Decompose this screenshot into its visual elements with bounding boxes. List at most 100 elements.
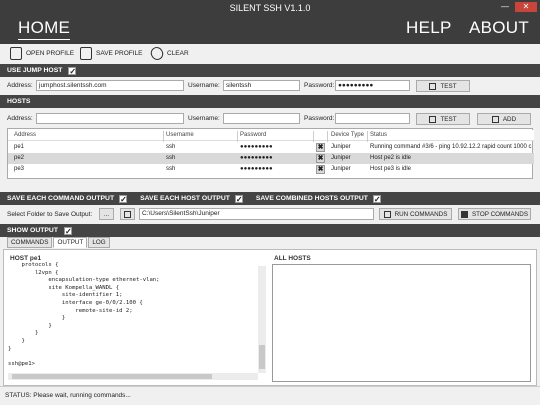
row-delete-cell: ✖ bbox=[315, 153, 325, 164]
table-row[interactable]: pe2 ssh ●●●●●●●●● ✖ Juniper Host pe2 is … bbox=[8, 153, 534, 164]
hosts-section: HOSTS bbox=[0, 95, 540, 108]
row-delete-cell: ✖ bbox=[315, 164, 325, 175]
nav-help[interactable]: HELP bbox=[406, 18, 452, 38]
folder-path-input[interactable]: C:\Users\SilentSsh\Juniper bbox=[139, 208, 374, 220]
save-combined-label: SAVE COMBINED HOSTS OUTPUT bbox=[255, 195, 368, 202]
show-output-label: SHOW OUTPUT bbox=[7, 227, 58, 234]
nav-home-underline bbox=[18, 39, 71, 40]
host-username-input[interactable] bbox=[223, 113, 300, 124]
row-status: Running command #3/6 - ping 10.92.12.2 r… bbox=[370, 144, 532, 150]
login-icon bbox=[429, 82, 437, 90]
all-hosts-header: ALL HOSTS bbox=[274, 255, 311, 262]
jump-address-label: Address: bbox=[7, 82, 33, 89]
jump-host-label: USE JUMP HOST bbox=[7, 67, 63, 74]
save-combined-checkbox[interactable] bbox=[372, 193, 381, 206]
col-username[interactable]: Username bbox=[166, 130, 236, 141]
save-each-host-checkbox[interactable] bbox=[234, 193, 243, 206]
save-options-section: SAVE EACH COMMAND OUTPUT SAVE EACH HOST … bbox=[0, 192, 540, 206]
minimize-button[interactable]: — bbox=[500, 2, 510, 12]
jump-username-input[interactable]: silentssh bbox=[223, 80, 300, 91]
stop-commands-label: STOP COMMANDS bbox=[471, 210, 529, 218]
show-output-checkbox[interactable] bbox=[63, 225, 72, 238]
col-status[interactable]: Status bbox=[370, 130, 533, 141]
tab-commands[interactable]: COMMANDS bbox=[7, 237, 53, 248]
select-folder-label: Select Folder to Save Output: bbox=[7, 211, 93, 218]
output-tabs: COMMANDS OUTPUT LOG bbox=[7, 237, 110, 248]
host-address-label: Address: bbox=[7, 115, 33, 122]
eraser-icon bbox=[148, 44, 166, 62]
host-test-button[interactable]: TEST bbox=[416, 113, 470, 125]
row-device-type: Juniper bbox=[331, 166, 351, 172]
hosts-label: HOSTS bbox=[7, 98, 31, 105]
delete-icon[interactable]: ✖ bbox=[316, 165, 325, 174]
jump-username-label: Username: bbox=[188, 82, 220, 89]
all-hosts-output[interactable] bbox=[272, 264, 531, 382]
terminal-horizontal-scrollbar[interactable] bbox=[8, 373, 258, 380]
tab-log[interactable]: LOG bbox=[88, 237, 110, 248]
column-separator bbox=[237, 131, 238, 142]
login-icon bbox=[429, 115, 437, 123]
run-commands-button[interactable]: RUN COMMANDS bbox=[379, 208, 452, 220]
stop-commands-button[interactable]: STOP COMMANDS bbox=[458, 208, 531, 220]
host-output-header: HOST pe1 bbox=[10, 255, 42, 262]
add-host-button[interactable]: ADD bbox=[477, 113, 531, 125]
terminal-vertical-scrollbar[interactable] bbox=[258, 266, 266, 373]
col-device-type[interactable]: Device Type bbox=[331, 130, 369, 141]
row-address: pe2 bbox=[14, 155, 25, 161]
browse-button[interactable]: ... bbox=[99, 208, 114, 220]
open-folder-button[interactable] bbox=[120, 208, 135, 220]
host-password-label: Password: bbox=[304, 115, 335, 122]
col-address[interactable]: Address bbox=[14, 130, 162, 141]
column-separator bbox=[313, 131, 314, 142]
status-bar: STATUS: Please wait, running commands... bbox=[0, 386, 540, 405]
host-password-input[interactable] bbox=[335, 113, 410, 124]
row-address: pe1 bbox=[14, 144, 25, 150]
row-password: ●●●●●●●●● bbox=[240, 166, 273, 172]
host-address-input[interactable] bbox=[36, 113, 184, 124]
jump-password-input[interactable]: ●●●●●●●●● bbox=[335, 80, 410, 91]
row-username: ssh bbox=[166, 155, 176, 161]
jump-test-button[interactable]: TEST bbox=[416, 80, 470, 92]
column-separator bbox=[367, 131, 368, 142]
host-terminal-output[interactable]: protocols { l2vpn { encapsulation-type e… bbox=[8, 262, 267, 380]
scrollbar-thumb[interactable] bbox=[259, 345, 265, 369]
use-jump-host-checkbox[interactable] bbox=[68, 65, 77, 78]
run-commands-label: RUN COMMANDS bbox=[394, 210, 448, 218]
save-each-host-label: SAVE EACH HOST OUTPUT bbox=[140, 195, 230, 202]
window-title: SILENT SSH V1.1.0 bbox=[229, 3, 311, 13]
open-profile-label: OPEN PROFILE bbox=[26, 49, 75, 57]
nav-about[interactable]: ABOUT bbox=[469, 18, 529, 38]
column-separator bbox=[327, 131, 328, 142]
host-username-label: Username: bbox=[188, 115, 220, 122]
delete-icon[interactable]: ✖ bbox=[316, 143, 325, 152]
hosts-table: Address Username Password Device Type St… bbox=[7, 128, 534, 179]
clear-label: CLEAR bbox=[167, 49, 189, 57]
delete-icon[interactable]: ✖ bbox=[316, 154, 325, 163]
folder-icon bbox=[124, 210, 131, 218]
jump-password-label: Password: bbox=[304, 82, 335, 89]
save-profile-button[interactable]: SAVE PROFILE bbox=[80, 44, 142, 62]
save-icon bbox=[80, 46, 92, 60]
row-status: Host pe3 is idle bbox=[370, 166, 412, 172]
row-password: ●●●●●●●●● bbox=[240, 155, 273, 161]
jump-test-label: TEST bbox=[440, 82, 457, 90]
add-icon bbox=[491, 115, 499, 123]
table-row[interactable]: pe1 ssh ●●●●●●●●● ✖ Juniper Running comm… bbox=[8, 142, 534, 153]
nav-home[interactable]: HOME bbox=[18, 18, 71, 40]
col-delete bbox=[315, 130, 325, 141]
row-username: ssh bbox=[166, 166, 176, 172]
close-button[interactable]: ✕ bbox=[515, 2, 537, 12]
jump-host-section: USE JUMP HOST bbox=[0, 64, 540, 78]
row-device-type: Juniper bbox=[331, 144, 351, 150]
scrollbar-thumb[interactable] bbox=[12, 374, 212, 379]
open-profile-button[interactable]: OPEN PROFILE bbox=[10, 44, 74, 62]
table-row[interactable]: pe3 ssh ●●●●●●●●● ✖ Juniper Host pe3 is … bbox=[8, 164, 534, 175]
jump-address-input[interactable]: jumphost.silentssh.com bbox=[36, 80, 184, 91]
hosts-table-header: Address Username Password Device Type St… bbox=[8, 130, 534, 142]
show-output-section: SHOW OUTPUT bbox=[0, 224, 540, 238]
tab-output[interactable]: OUTPUT bbox=[53, 237, 88, 248]
col-password[interactable]: Password bbox=[240, 130, 314, 141]
clear-button[interactable]: CLEAR bbox=[148, 44, 189, 62]
save-each-command-checkbox[interactable] bbox=[119, 193, 128, 206]
row-address: pe3 bbox=[14, 166, 25, 172]
